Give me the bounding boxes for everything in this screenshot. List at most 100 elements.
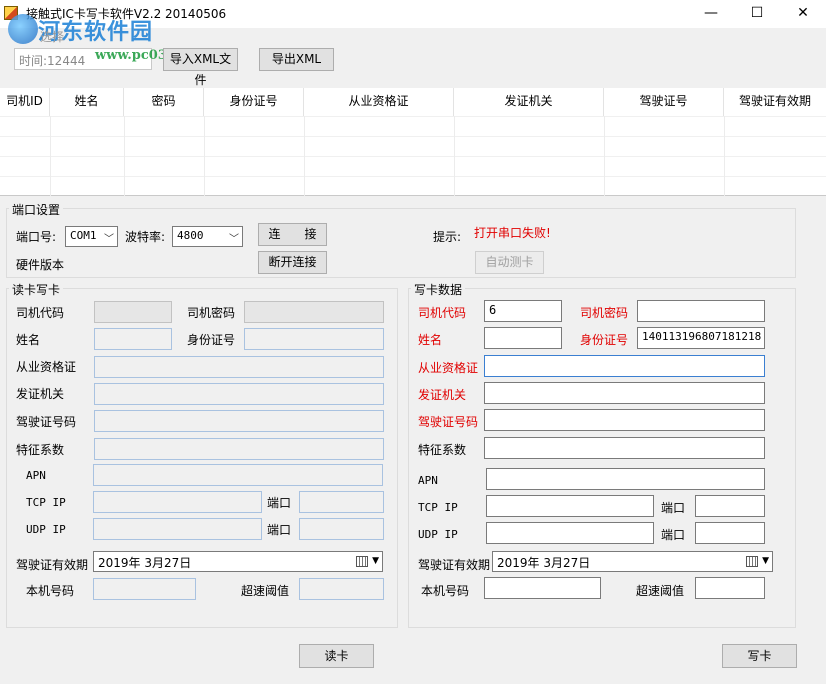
- grid-line: [204, 116, 205, 196]
- write-license-field[interactable]: [484, 409, 765, 431]
- maximize-button[interactable]: ☐: [734, 0, 780, 28]
- grid-line: [454, 116, 455, 196]
- column-header[interactable]: 司机ID: [0, 88, 50, 116]
- read-issuer-field: [94, 383, 384, 405]
- write-driver-code-label: 司机代码: [418, 306, 467, 320]
- watermark-logo-icon: [8, 14, 38, 44]
- write-speed-label: 超速阈值: [636, 584, 685, 598]
- dropdown-arrow-icon: ▼: [372, 556, 379, 566]
- port-value: COM1: [70, 229, 97, 242]
- write-id-field[interactable]: 140113196807181218: [637, 327, 765, 349]
- auto-test-button[interactable]: 自动测卡: [475, 251, 544, 274]
- read-license-field: [94, 410, 384, 432]
- grid-line: [724, 116, 725, 196]
- write-driver-code-field[interactable]: 6: [484, 300, 562, 322]
- hint-message: 打开串口失败!: [474, 226, 551, 240]
- read-name-field: [94, 328, 172, 350]
- read-tcp-port-label: 端口: [267, 496, 292, 510]
- column-header[interactable]: 密码: [124, 88, 204, 116]
- write-license-valid-label: 驾驶证有效期: [418, 558, 491, 572]
- write-feature-field[interactable]: [484, 437, 765, 459]
- read-driver-pwd-field: [244, 301, 384, 323]
- column-header[interactable]: 姓名: [50, 88, 124, 116]
- read-feature-field: [94, 438, 384, 460]
- close-button[interactable]: ✕: [780, 0, 826, 28]
- column-header[interactable]: 驾驶证有效期: [724, 88, 826, 116]
- grid-line: [304, 116, 305, 196]
- write-date-picker[interactable]: 2019年 3月27日 ▼: [492, 551, 773, 572]
- baud-select[interactable]: 4800 ﹀: [172, 226, 243, 247]
- read-card-title: 读卡写卡: [9, 281, 64, 298]
- import-xml-button[interactable]: 导入XML文件: [163, 48, 238, 87]
- write-driver-pwd-label: 司机密码: [580, 306, 629, 320]
- write-date-value: 2019年 3月27日: [497, 556, 591, 570]
- connect-button[interactable]: 连 接: [258, 223, 327, 246]
- read-id-label: 身份证号: [187, 333, 236, 347]
- write-id-label: 身份证号: [580, 333, 629, 347]
- dropdown-arrow-icon: ▼: [762, 556, 769, 566]
- column-header[interactable]: 从业资格证: [304, 88, 454, 116]
- write-udp-field[interactable]: [486, 522, 654, 544]
- write-tcp-field[interactable]: [486, 495, 654, 517]
- read-card-button[interactable]: 读卡: [299, 644, 374, 668]
- port-select[interactable]: COM1 ﹀: [65, 226, 118, 247]
- read-tcp-field: [93, 491, 262, 513]
- read-local-no-field: [93, 578, 196, 600]
- chevron-down-icon: ﹀: [229, 234, 239, 245]
- read-id-field: [244, 328, 384, 350]
- baud-label: 波特率:: [125, 230, 166, 244]
- read-speed-field: [299, 578, 384, 600]
- read-apn-field: [93, 464, 383, 486]
- minimize-button[interactable]: —: [688, 0, 734, 28]
- write-tcp-label: TCP IP: [418, 501, 458, 514]
- column-header[interactable]: 驾驶证号: [604, 88, 724, 116]
- write-license-label: 驾驶证号码: [418, 415, 479, 429]
- write-qualification-field[interactable]: [484, 355, 765, 377]
- read-driver-code-label: 司机代码: [16, 306, 65, 320]
- read-issuer-label: 发证机关: [16, 387, 65, 401]
- write-name-field[interactable]: [484, 327, 562, 349]
- export-xml-button[interactable]: 导出XML: [259, 48, 334, 71]
- read-license-label: 驾驶证号码: [16, 415, 77, 429]
- write-local-no-field[interactable]: [484, 577, 601, 599]
- read-date-picker[interactable]: 2019年 3月27日 ▼: [93, 551, 383, 572]
- read-local-no-label: 本机号码: [26, 584, 75, 598]
- read-name-label: 姓名: [16, 333, 41, 347]
- read-driver-code-field: [94, 301, 172, 323]
- write-issuer-field[interactable]: [484, 382, 765, 404]
- grid-line: [50, 116, 51, 196]
- grid-line: [124, 116, 125, 196]
- disconnect-button[interactable]: 断开连接: [258, 251, 327, 274]
- read-tcp-label: TCP IP: [26, 496, 66, 509]
- write-feature-label: 特征系数: [418, 443, 467, 457]
- write-apn-field[interactable]: [486, 468, 765, 490]
- write-name-label: 姓名: [418, 333, 443, 347]
- read-license-valid-label: 驾驶证有效期: [16, 558, 89, 572]
- port-settings-title: 端口设置: [9, 201, 64, 218]
- read-tcp-port-field: [299, 491, 384, 513]
- column-header[interactable]: 身份证号: [204, 88, 304, 116]
- write-card-title: 写卡数据: [411, 281, 466, 298]
- read-udp-field: [93, 518, 262, 540]
- read-qualification-label: 从业资格证: [16, 360, 77, 374]
- read-date-value: 2019年 3月27日: [98, 556, 192, 570]
- write-tcp-port-label: 端口: [661, 501, 686, 515]
- chevron-down-icon: ﹀: [104, 234, 114, 245]
- write-local-no-label: 本机号码: [421, 584, 470, 598]
- write-speed-field[interactable]: [695, 577, 765, 599]
- write-tcp-port-field[interactable]: [695, 495, 765, 517]
- read-feature-label: 特征系数: [16, 443, 65, 457]
- hint-label: 提示:: [433, 230, 462, 244]
- write-card-button[interactable]: 写卡: [722, 644, 797, 668]
- column-header[interactable]: 发证机关: [454, 88, 604, 116]
- write-apn-label: APN: [418, 474, 438, 487]
- read-qualification-field: [94, 356, 384, 378]
- data-grid[interactable]: 司机ID 姓名 密码 身份证号 从业资格证 发证机关 驾驶证号 驾驶证有效期: [0, 88, 826, 196]
- read-driver-pwd-label: 司机密码: [187, 306, 236, 320]
- hardware-version-label: 硬件版本: [16, 258, 65, 272]
- write-issuer-label: 发证机关: [418, 388, 467, 402]
- calendar-icon: [746, 556, 758, 567]
- write-qualification-label: 从业资格证: [418, 361, 479, 375]
- write-driver-pwd-field[interactable]: [637, 300, 765, 322]
- write-udp-port-field[interactable]: [695, 522, 765, 544]
